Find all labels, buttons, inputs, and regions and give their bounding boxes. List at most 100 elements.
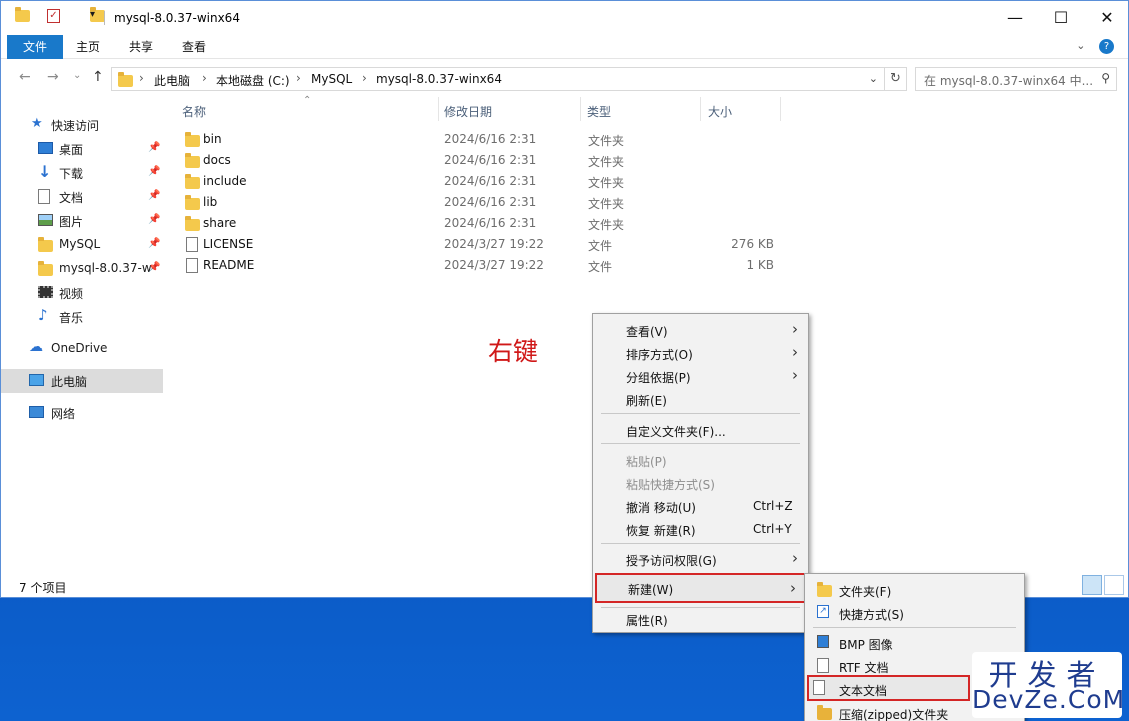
menu-item-new[interactable]: 新建(W) › xyxy=(595,573,806,603)
list-item[interactable]: bin 2024/6/16 2:31 文件夹 xyxy=(181,129,781,150)
column-divider[interactable] xyxy=(580,97,581,121)
breadcrumb-chevron-icon[interactable]: › xyxy=(139,71,144,85)
column-divider[interactable] xyxy=(438,97,439,121)
navigation-bar: ← → ⌄ ↑ › 此电脑 › 本地磁盘 (C:) › MySQL › mysq… xyxy=(1,63,1128,93)
back-icon[interactable]: ← xyxy=(19,69,31,85)
sidebar-item-downloads[interactable]: ↓ 下载 📌 xyxy=(1,161,163,185)
refresh-icon[interactable]: ↻ xyxy=(885,67,907,91)
sidebar-item-desktop[interactable]: 桌面 📌 xyxy=(1,137,163,161)
sidebar-item-pictures[interactable]: 图片 📌 xyxy=(1,209,163,233)
maximize-button[interactable]: ☐ xyxy=(1038,1,1084,35)
menu-item-view[interactable]: 查看(V) › xyxy=(595,318,806,341)
menu-item-redo-new[interactable]: 恢复 新建(R) Ctrl+Y xyxy=(595,517,806,540)
tab-file[interactable]: 文件 xyxy=(7,35,63,59)
column-header-type[interactable]: 类型 xyxy=(587,103,611,120)
list-item[interactable]: share 2024/6/16 2:31 文件夹 xyxy=(181,213,781,234)
menu-item-customize-folder[interactable]: 自定义文件夹(F)... xyxy=(595,418,806,441)
address-bar[interactable]: › 此电脑 › 本地磁盘 (C:) › MySQL › mysql-8.0.37… xyxy=(111,67,885,91)
column-header-date[interactable]: 修改日期 xyxy=(444,103,492,120)
submenu-item-shortcut[interactable]: ↗ 快捷方式(S) xyxy=(807,601,1022,624)
up-icon[interactable]: ↑ xyxy=(92,69,104,85)
sidebar-item-documents[interactable]: 文档 📌 xyxy=(1,185,163,209)
breadcrumb-chevron-icon[interactable]: › xyxy=(202,71,207,85)
submenu-item-bmp[interactable]: BMP 图像 xyxy=(807,631,1022,654)
file-type: 文件夹 xyxy=(588,176,625,190)
menu-item-label: 粘贴快捷方式(S) xyxy=(626,478,715,492)
menu-item-label: 恢复 新建(R) xyxy=(626,524,696,538)
sidebar-item-label: 下载 xyxy=(59,167,84,181)
submenu-item-text-document[interactable]: 文本文档 xyxy=(807,675,970,701)
folder-icon xyxy=(185,132,200,147)
menu-item-refresh[interactable]: 刷新(E) xyxy=(595,387,806,410)
title-separator xyxy=(104,11,105,25)
details-view-icon[interactable] xyxy=(1082,575,1102,595)
breadcrumb-local-disk[interactable]: 本地磁盘 (C:) xyxy=(216,72,290,89)
title-bar: ✓ ▾ mysql-8.0.37-winx64 — ☐ ✕ xyxy=(1,1,1128,35)
file-type: 文件夹 xyxy=(588,155,625,169)
breadcrumb-chevron-icon[interactable]: › xyxy=(362,71,367,85)
properties-icon[interactable]: ✓ xyxy=(47,9,60,23)
address-dropdown-icon[interactable]: ⌄ xyxy=(869,72,878,85)
menu-item-label: RTF 文档 xyxy=(839,661,889,675)
minimize-button[interactable]: — xyxy=(992,1,1038,35)
breadcrumb-this-pc[interactable]: 此电脑 xyxy=(154,72,190,89)
large-icons-view-icon[interactable] xyxy=(1104,575,1124,595)
sidebar-item-quick-access[interactable]: ★ 快速访问 xyxy=(1,113,163,137)
menu-separator xyxy=(601,413,800,414)
list-item[interactable]: README 2024/3/27 19:22 文件 1 KB xyxy=(181,255,781,276)
help-icon[interactable]: ? xyxy=(1099,39,1114,54)
file-icon xyxy=(186,237,198,252)
menu-item-properties[interactable]: 属性(R) xyxy=(595,607,806,630)
list-item[interactable]: LICENSE 2024/3/27 19:22 文件 276 KB xyxy=(181,234,781,255)
sidebar-item-music[interactable]: ♪ 音乐 xyxy=(1,305,163,329)
menu-item-grant-access[interactable]: 授予访问权限(G) › xyxy=(595,547,806,570)
submenu-item-folder[interactable]: 文件夹(F) xyxy=(807,578,1022,601)
sidebar-item-mysql[interactable]: MySQL 📌 xyxy=(1,233,163,257)
folder-icon xyxy=(15,7,30,22)
sidebar-item-onedrive[interactable]: ☁ OneDrive xyxy=(1,337,163,361)
sidebar-item-network[interactable]: 网络 xyxy=(1,401,163,425)
sidebar-item-videos[interactable]: 视频 xyxy=(1,281,163,305)
forward-icon[interactable]: → xyxy=(47,69,59,85)
column-divider[interactable] xyxy=(780,97,781,121)
sidebar-item-this-pc[interactable]: 此电脑 xyxy=(1,369,163,393)
search-input[interactable]: 在 mysql-8.0.37-winx64 中... ⚲ xyxy=(915,67,1117,91)
ribbon-expand-icon[interactable]: ⌄ xyxy=(1076,39,1085,52)
menu-item-sort[interactable]: 排序方式(O) › xyxy=(595,341,806,364)
tab-share[interactable]: 共享 xyxy=(124,35,158,59)
breadcrumb-current[interactable]: mysql-8.0.37-winx64 xyxy=(376,72,502,86)
download-icon: ↓ xyxy=(38,162,52,181)
file-type: 文件夹 xyxy=(588,218,625,232)
close-button[interactable]: ✕ xyxy=(1084,1,1129,35)
column-header-name[interactable]: 名称 xyxy=(182,103,206,120)
list-item[interactable]: docs 2024/6/16 2:31 文件夹 xyxy=(181,150,781,171)
folder-icon xyxy=(185,153,200,168)
pin-icon: 📌 xyxy=(148,142,161,153)
chevron-right-icon: › xyxy=(792,366,798,384)
file-type: 文件 xyxy=(588,260,613,274)
chevron-right-icon: › xyxy=(792,343,798,361)
file-name: include xyxy=(203,174,247,188)
chevron-right-icon: › xyxy=(792,549,798,567)
column-divider[interactable] xyxy=(700,97,701,121)
menu-item-label: 快捷方式(S) xyxy=(839,608,904,622)
tab-home[interactable]: 主页 xyxy=(71,35,105,59)
tab-view[interactable]: 查看 xyxy=(177,35,211,59)
menu-item-label: 自定义文件夹(F)... xyxy=(626,425,726,439)
column-header-size[interactable]: 大小 xyxy=(708,103,732,120)
menu-item-group[interactable]: 分组依据(P) › xyxy=(595,364,806,387)
recent-locations-icon[interactable]: ⌄ xyxy=(73,70,81,81)
menu-item-shortcut: Ctrl+Z xyxy=(753,499,793,513)
search-placeholder: 在 mysql-8.0.37-winx64 中... xyxy=(924,74,1094,88)
desktop-icon xyxy=(38,142,53,154)
menu-item-label: 授予访问权限(G) xyxy=(626,554,717,568)
list-item[interactable]: include 2024/6/16 2:31 文件夹 xyxy=(181,171,781,192)
breadcrumb-chevron-icon[interactable]: › xyxy=(296,71,301,85)
menu-item-undo-move[interactable]: 撤消 移动(U) Ctrl+Z xyxy=(595,494,806,517)
breadcrumb-mysql[interactable]: MySQL xyxy=(311,72,352,86)
file-name: docs xyxy=(203,153,231,167)
sidebar-item-mysql-winx64[interactable]: mysql-8.0.37-w 📌 xyxy=(1,257,163,281)
quick-access-dropdown-icon[interactable]: ▾ xyxy=(90,9,95,20)
list-item[interactable]: lib 2024/6/16 2:31 文件夹 xyxy=(181,192,781,213)
picture-icon xyxy=(38,214,53,226)
